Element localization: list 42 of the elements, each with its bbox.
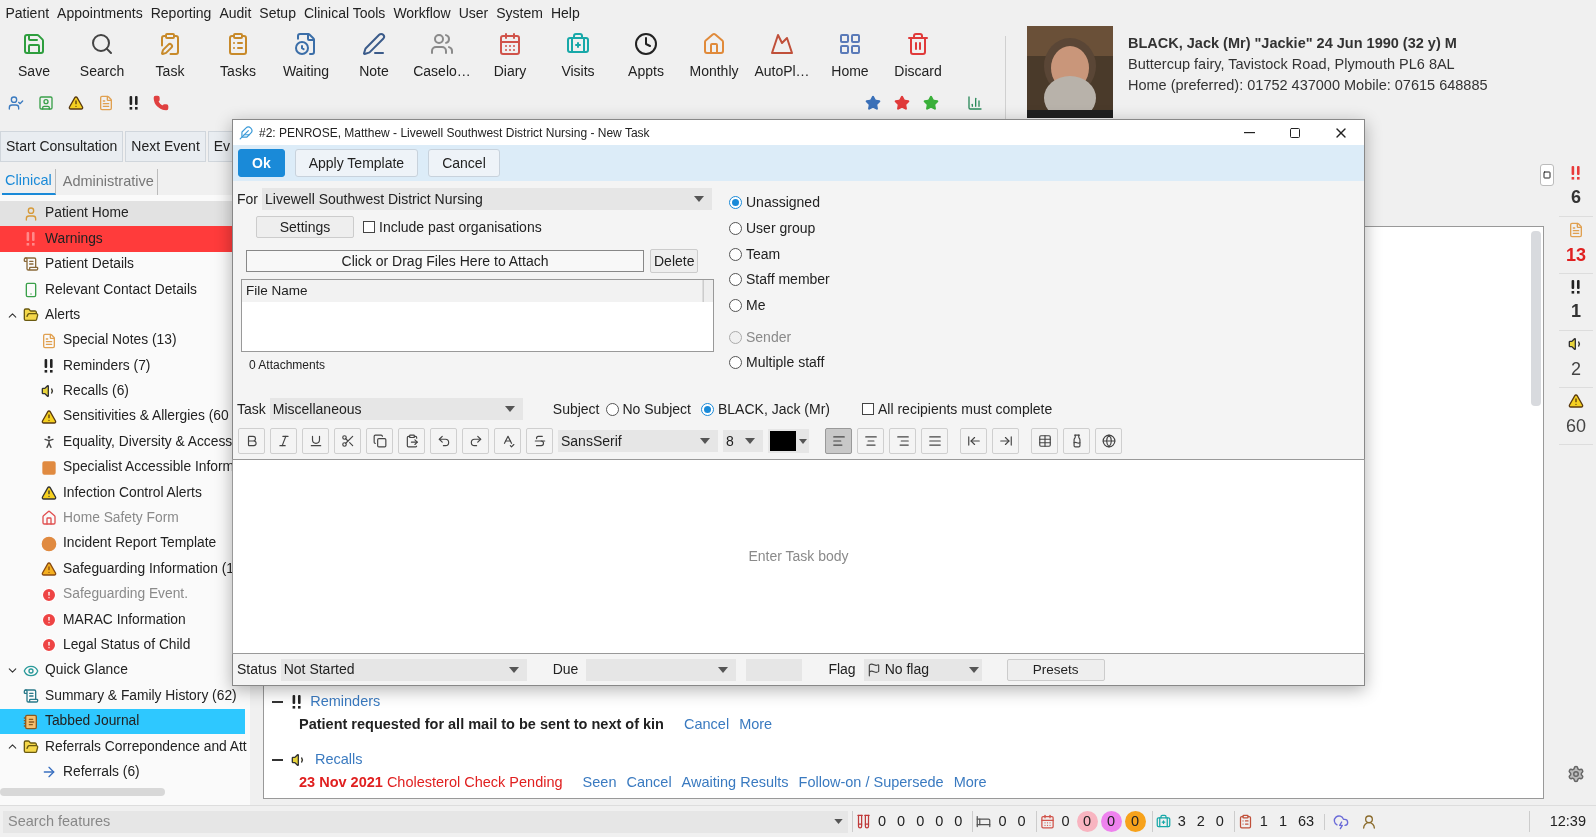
radio-label: Me [746, 296, 766, 316]
checkbox-label: All recipients must complete [878, 399, 1053, 419]
status-count: 0 [953, 811, 964, 831]
status-count: 0 [934, 811, 945, 831]
count-badge: 0 [1100, 811, 1122, 832]
status-count: 0 [1060, 811, 1071, 831]
count-badge: 0 [1124, 811, 1146, 832]
status-count: 0 [896, 811, 907, 831]
status-count: 63 [1297, 811, 1316, 831]
status-count: 2 [1195, 811, 1206, 831]
field-label: Due [552, 660, 579, 679]
radio-label: No Subject [622, 399, 691, 419]
reminder-text: Patient requested for all mail to be sent to next of kin [299, 715, 664, 735]
placeholder: Enter Task body [748, 547, 849, 566]
field-label: Subject [552, 399, 600, 419]
status-count: 0 [1016, 811, 1027, 831]
radio-label: Sender [746, 327, 792, 347]
status-count: 3 [1176, 811, 1187, 831]
radio-label: Unassigned [746, 193, 820, 213]
count-badge: 0 [1076, 811, 1098, 832]
recall-text: 23 Nov 2021 Cholesterol Check Pending [299, 773, 563, 793]
radio-label: BLACK, Jack (Mr) [718, 399, 830, 419]
patient-phone: Home (preferred): 01752 437000 Mobile: 07615 648885 [1128, 76, 1488, 95]
status-count: 1 [1277, 811, 1288, 831]
radio-label: Multiple staff [746, 353, 825, 373]
radio-label: Staff member [746, 270, 830, 290]
radio-label: Team [746, 244, 781, 264]
status-count: 1 [1258, 811, 1269, 831]
field-label: Task [237, 399, 266, 419]
patient-address: Buttercup fairy, Tavistock Road, Plymouth PL6 8AL [1128, 55, 1456, 74]
radio-label: User group [746, 219, 816, 239]
status-count: 0 [1214, 811, 1225, 831]
status-count: 0 [997, 811, 1008, 831]
checkbox-label: Include past organisations [379, 217, 542, 237]
status-count: 0 [915, 811, 926, 831]
field-label: Flag [828, 660, 856, 679]
patient-name: BLACK, Jack (Mr) "Jackie" 24 Jun 1990 (32 y) M [1128, 34, 1458, 53]
window-title: #2: PENROSE, Matthew - Livewell Southwest District Nursing - New Task [259, 124, 650, 142]
field-label: Status [237, 660, 277, 679]
clock-time: 12:39 [1528, 810, 1596, 833]
attachment-count: 0 Attachments [249, 357, 327, 374]
status-count: 0 [877, 811, 888, 831]
